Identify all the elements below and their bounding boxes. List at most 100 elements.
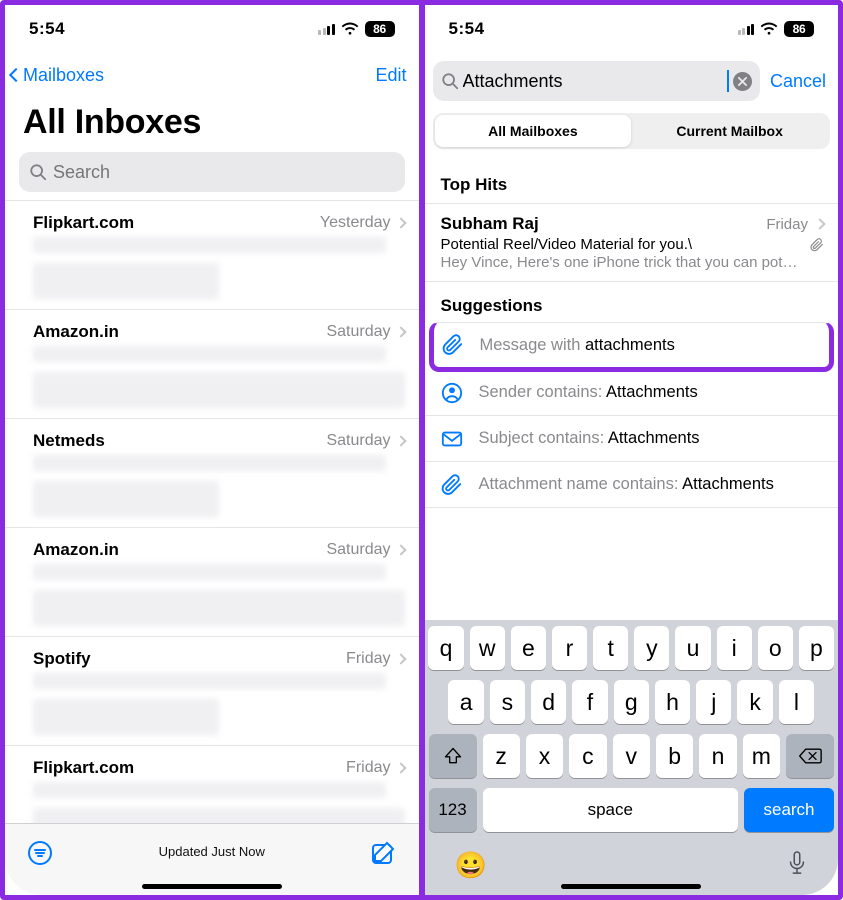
key-k[interactable]: k bbox=[737, 680, 772, 724]
key-t[interactable]: t bbox=[593, 626, 628, 670]
key-f[interactable]: f bbox=[572, 680, 607, 724]
suggestion-term: Attachments bbox=[608, 429, 700, 447]
message-row[interactable]: Amazon.inSaturday bbox=[5, 528, 419, 637]
message-row[interactable]: Amazon.in Saturday bbox=[5, 310, 419, 419]
edit-button[interactable]: Edit bbox=[375, 65, 406, 86]
suggestions-list: Message with attachmentsSender contains:… bbox=[425, 324, 839, 508]
key-n[interactable]: n bbox=[699, 734, 736, 778]
page-title: All Inboxes bbox=[5, 97, 419, 152]
search-field[interactable] bbox=[19, 152, 405, 192]
cellular-icon bbox=[318, 23, 335, 35]
key-q[interactable]: q bbox=[428, 626, 463, 670]
home-indicator[interactable] bbox=[561, 884, 701, 889]
message-row[interactable]: Netmeds Saturday bbox=[5, 419, 419, 528]
tophit-row[interactable]: Subham Raj Friday Potential Reel/Video M… bbox=[425, 203, 839, 282]
key-w[interactable]: w bbox=[470, 626, 505, 670]
key-r[interactable]: r bbox=[552, 626, 587, 670]
suggestion-person[interactable]: Sender contains: Attachments bbox=[425, 370, 839, 416]
message-sender: Flipkart.com bbox=[33, 213, 134, 233]
search-input[interactable] bbox=[53, 162, 395, 183]
seg-all-mailboxes[interactable]: All Mailboxes bbox=[435, 115, 632, 147]
seg-current-mailbox[interactable]: Current Mailbox bbox=[631, 115, 828, 147]
search-field[interactable] bbox=[433, 61, 760, 101]
key-g[interactable]: g bbox=[614, 680, 649, 724]
key-z[interactable]: z bbox=[483, 734, 520, 778]
key-b[interactable]: b bbox=[656, 734, 693, 778]
status-bar: 5:54 86 bbox=[5, 5, 419, 53]
message-sender: Netmeds bbox=[33, 431, 105, 451]
message-date: Saturday bbox=[326, 432, 390, 450]
scope-segmented-control[interactable]: All Mailboxes Current Mailbox bbox=[433, 113, 831, 149]
suggestion-envelope[interactable]: Subject contains: Attachments bbox=[425, 416, 839, 462]
key-a[interactable]: a bbox=[448, 680, 483, 724]
section-header-tophits: Top Hits bbox=[425, 161, 839, 203]
chevron-right-icon bbox=[395, 762, 406, 773]
home-indicator[interactable] bbox=[142, 884, 282, 889]
space-key[interactable]: space bbox=[483, 788, 739, 832]
battery-icon: 86 bbox=[365, 21, 395, 37]
key-d[interactable]: d bbox=[531, 680, 566, 724]
section-header-suggestions: Suggestions bbox=[425, 282, 839, 324]
search-icon bbox=[441, 72, 459, 90]
mic-key[interactable] bbox=[786, 850, 808, 883]
message-row[interactable]: Spotify Friday bbox=[5, 637, 419, 746]
message-sender: Flipkart.com bbox=[33, 758, 134, 778]
tophit-sender: Subham Raj bbox=[441, 214, 539, 234]
back-button[interactable]: Mailboxes bbox=[11, 65, 104, 86]
key-m[interactable]: m bbox=[743, 734, 780, 778]
message-date: Yesterday bbox=[320, 214, 391, 232]
key-o[interactable]: o bbox=[758, 626, 793, 670]
message-list[interactable]: Flipkart.comYesterdayAmazon.inSaturdayNe… bbox=[5, 200, 419, 823]
search-key[interactable]: search bbox=[744, 788, 834, 832]
shift-key[interactable] bbox=[429, 734, 477, 778]
key-c[interactable]: c bbox=[569, 734, 606, 778]
filter-icon[interactable] bbox=[27, 840, 53, 866]
cellular-icon bbox=[738, 23, 755, 35]
search-row: Cancel bbox=[425, 53, 839, 109]
message-date: Saturday bbox=[326, 323, 390, 341]
status-icons: 86 bbox=[318, 21, 395, 37]
text-cursor bbox=[727, 70, 729, 92]
chevron-right-icon bbox=[395, 217, 406, 228]
message-row[interactable]: Flipkart.comFriday bbox=[5, 746, 419, 823]
compose-icon[interactable] bbox=[370, 840, 396, 866]
key-s[interactable]: s bbox=[490, 680, 525, 724]
message-sender: Spotify bbox=[33, 649, 91, 669]
keyboard[interactable]: qwertyuiop asdfghjkl zxcvbnm 123 space s… bbox=[425, 620, 839, 895]
message-date: Friday bbox=[346, 650, 390, 668]
key-j[interactable]: j bbox=[696, 680, 731, 724]
clear-button[interactable] bbox=[733, 72, 752, 91]
key-u[interactable]: u bbox=[675, 626, 710, 670]
tophit-date: Friday bbox=[766, 216, 808, 233]
search-icon bbox=[29, 163, 47, 181]
suggestion-lead: Subject contains: bbox=[479, 429, 608, 447]
toolbar-status: Updated Just Now bbox=[159, 844, 265, 859]
paperclip-icon bbox=[810, 238, 824, 257]
phone-left: 5:54 86 Mailboxes Edit All Inboxes Flipk… bbox=[5, 5, 419, 895]
message-row[interactable]: Flipkart.com Yesterday bbox=[5, 200, 419, 310]
suggestion-lead: Message with bbox=[480, 336, 585, 354]
key-v[interactable]: v bbox=[613, 734, 650, 778]
cancel-button[interactable]: Cancel bbox=[770, 71, 826, 92]
key-l[interactable]: l bbox=[779, 680, 814, 724]
status-time: 5:54 bbox=[29, 19, 65, 39]
emoji-key[interactable]: 😀 bbox=[455, 850, 487, 883]
message-sender: Amazon.in bbox=[33, 322, 119, 342]
key-e[interactable]: e bbox=[511, 626, 546, 670]
suggestion-paperclip[interactable]: Message with attachments bbox=[429, 322, 835, 372]
key-i[interactable]: i bbox=[717, 626, 752, 670]
key-x[interactable]: x bbox=[526, 734, 563, 778]
search-input[interactable] bbox=[463, 71, 723, 92]
chevron-right-icon bbox=[814, 218, 825, 229]
key-y[interactable]: y bbox=[634, 626, 669, 670]
status-time: 5:54 bbox=[449, 19, 485, 39]
status-icons: 86 bbox=[738, 21, 815, 37]
suggestion-term: attachments bbox=[585, 336, 675, 354]
status-bar: 5:54 86 bbox=[425, 5, 839, 53]
key-p[interactable]: p bbox=[799, 626, 834, 670]
suggestion-lead: Attachment name contains: bbox=[479, 475, 683, 493]
num-key[interactable]: 123 bbox=[429, 788, 477, 832]
key-h[interactable]: h bbox=[655, 680, 690, 724]
backspace-key[interactable] bbox=[786, 734, 834, 778]
suggestion-paperclip[interactable]: Attachment name contains: Attachments bbox=[425, 462, 839, 508]
